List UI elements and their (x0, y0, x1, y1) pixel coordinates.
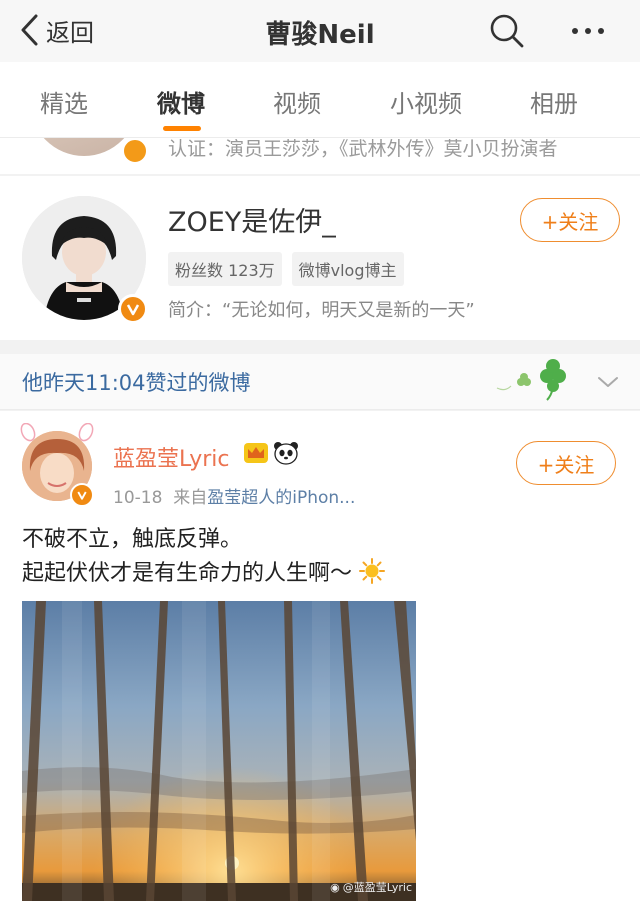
watermark-text: @蓝盈莹Lyric (342, 881, 412, 894)
weibo-post[interactable]: 蓝盈莹Lyric 10-18 来自盈莹超人的iPhon... +关注 不破不立，… (0, 411, 640, 905)
user-badges: 粉丝数 123万 微博vlog博主 (168, 252, 404, 286)
user-card-zoey[interactable]: ZOEY是佐伊_ 粉丝数 123万 微博vlog博主 简介：“无论如何，明天又是… (0, 176, 640, 340)
post-source-prefix: 来自 (173, 488, 208, 508)
user-intro: 认证：演员王莎莎，《武林外传》莫小贝扮演者 (168, 138, 558, 160)
user-card-previous[interactable]: 认证：演员王莎莎，《武林外传》莫小贝扮演者 (0, 138, 640, 174)
more-button[interactable] (568, 16, 608, 46)
active-tab-indicator (163, 126, 201, 131)
chevron-down-icon[interactable] (596, 370, 620, 394)
post-line-with-emoji: 起起伏伏才是有生命力的人生啊～ (22, 557, 386, 591)
tab-featured[interactable]: 精选 (14, 84, 114, 119)
verified-badge-icon (118, 294, 148, 324)
top-nav-bar: 返回 曹骏Neil (0, 0, 640, 62)
post-author-name[interactable]: 蓝盈莹Lyric (113, 441, 230, 473)
user-name[interactable]: ZOEY是佐伊_ (168, 200, 336, 239)
post-line: 起起伏伏才是有生命力的人生啊～ (22, 561, 353, 586)
follow-button[interactable]: +关注 (520, 198, 620, 242)
user-intro: 简介：“无论如何，明天又是新的一天” (168, 300, 475, 321)
crown-icon (244, 443, 268, 463)
post-date: 10-18 (113, 488, 163, 508)
post-line: 不破不立，触底反弹。 (22, 527, 243, 552)
verified-badge-icon (122, 138, 148, 164)
bunny-ears-decoration-icon (20, 423, 94, 442)
more-dot-icon (585, 28, 591, 34)
liked-header-text: 他昨天11:04赞过的微博 (22, 371, 251, 395)
fans-count-badge: 粉丝数 123万 (168, 252, 282, 286)
sunset-curtain-photo (22, 601, 416, 901)
post-source-link[interactable]: 盈莹超人的iPhon... (207, 488, 355, 508)
more-dot-icon (572, 28, 578, 34)
verified-badge-icon (70, 483, 94, 507)
profile-tabs: 精选 微博 视频 小视频 相册 (0, 62, 640, 138)
follow-label: +关注 (537, 452, 595, 477)
page-title: 曹骏Neil (265, 20, 375, 50)
tab-video[interactable]: 视频 (247, 84, 347, 119)
follow-label: +关注 (541, 209, 599, 234)
post-meta: 10-18 来自盈莹超人的iPhon... (113, 483, 355, 508)
weibo-logo-icon: ◉ (330, 880, 340, 894)
liked-section-header[interactable]: 他昨天11:04赞过的微博 (0, 354, 640, 410)
tab-short-video[interactable]: 小视频 (376, 84, 476, 119)
image-watermark: ◉ @蓝盈莹Lyric (330, 879, 412, 895)
sun-emoji-icon (359, 558, 386, 584)
category-badge: 微博vlog博主 (291, 252, 404, 286)
search-button[interactable] (487, 11, 527, 51)
post-content: 不破不立，触底反弹。 起起伏伏才是有生命力的人生啊～ (22, 523, 386, 591)
tab-album[interactable]: 相册 (504, 84, 604, 119)
panda-icon (274, 442, 298, 465)
clover-decoration-icon (496, 359, 566, 401)
search-icon (490, 14, 524, 48)
follow-button[interactable]: +关注 (516, 441, 616, 485)
more-dot-icon (598, 28, 604, 34)
post-image[interactable]: ◉ @蓝盈莹Lyric (22, 601, 416, 901)
tab-weibo[interactable]: 微博 (131, 84, 231, 119)
